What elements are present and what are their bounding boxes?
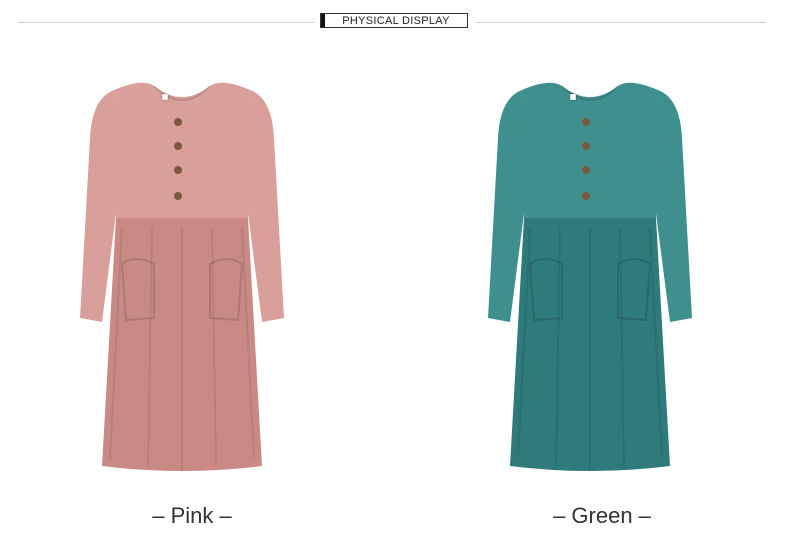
dress-button bbox=[582, 166, 590, 174]
dress-button bbox=[174, 142, 182, 150]
header-divider-left bbox=[18, 22, 314, 23]
product-image-green[interactable] bbox=[470, 78, 710, 478]
section-title-box: PHYSICAL DISPLAY bbox=[320, 13, 468, 28]
dress-button bbox=[174, 192, 182, 200]
dress-illustration-pink bbox=[80, 82, 284, 471]
caption-green: – Green – bbox=[553, 503, 651, 528]
title-accent-bar bbox=[321, 14, 325, 27]
caption-pink: – Pink – bbox=[152, 503, 232, 528]
header-divider-right bbox=[476, 22, 766, 23]
dress-button bbox=[582, 192, 590, 200]
section-title: PHYSICAL DISPLAY bbox=[342, 14, 450, 27]
product-image-pink[interactable] bbox=[62, 78, 302, 478]
dress-illustration-green bbox=[488, 82, 692, 471]
dress-button bbox=[174, 166, 182, 174]
dress-button bbox=[582, 142, 590, 150]
dress-button bbox=[582, 118, 590, 126]
dress-button bbox=[174, 118, 182, 126]
